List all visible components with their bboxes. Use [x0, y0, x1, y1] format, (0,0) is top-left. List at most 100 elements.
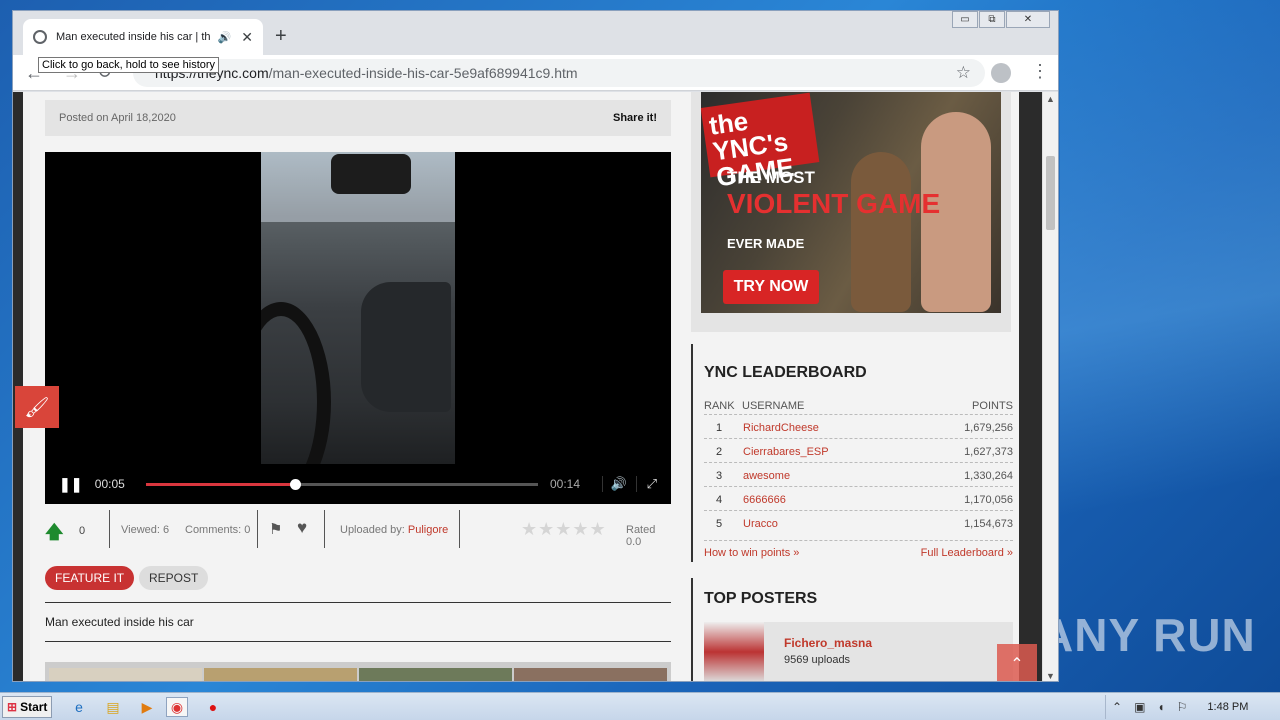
post-info-bar: Posted on April 18,2020 Share it! — [45, 100, 671, 136]
ad-line-2: VIOLENT GAME — [727, 188, 941, 219]
leaderboard-links: How to win points » Full Leaderboard » — [704, 540, 1013, 559]
leaderboard-row: 3 awesome 1,330,264 — [704, 462, 1013, 486]
poster-item[interactable]: Fichero_masna 9569 uploads — [704, 622, 1013, 681]
points: 1,330,264 — [964, 470, 1013, 482]
window-controls: ▭ ⧉ ✕ — [951, 11, 1050, 28]
url-path: /man-executed-inside-his-car-5e9af689941… — [268, 65, 578, 81]
posted-date: Posted on April 18,2020 — [59, 112, 176, 124]
divider — [109, 510, 110, 548]
volume-icon[interactable]: 🔊 — [601, 476, 628, 492]
divider — [324, 510, 325, 548]
media-player-icon[interactable]: ▶ — [136, 697, 158, 717]
upvote-icon[interactable]: 🡅 — [45, 520, 64, 550]
leaderboard-rows: 1 RichardCheese 1,679,256 2 Cierrabares_… — [704, 414, 1013, 534]
profile-avatar[interactable] — [991, 63, 1011, 83]
video-player[interactable]: ❚❚ 00:05 00:14 🔊 ⤢ — [45, 152, 671, 504]
scroll-up-icon[interactable]: ▲ — [1046, 94, 1055, 104]
address-bar[interactable]: https://theync.com/man-executed-inside-h… — [133, 59, 985, 87]
start-button[interactable]: ⊞ Start — [2, 696, 52, 718]
video-frame — [261, 152, 455, 464]
ad-figure — [851, 152, 911, 312]
close-window-button[interactable]: ✕ — [1006, 11, 1050, 28]
back-tooltip: Click to go back, hold to see history — [38, 57, 220, 73]
seek-progress — [146, 482, 296, 486]
uploaded-label: Uploaded by: — [340, 524, 408, 536]
heart-icon[interactable]: ♥ — [297, 518, 307, 538]
clock[interactable]: 1:48 PM — [1207, 701, 1248, 713]
back-to-top-button[interactable]: ⌃ — [997, 644, 1037, 681]
share-link[interactable]: Share it! — [613, 112, 657, 124]
web-page: Posted on April 18,2020 Share it! ❚❚ 00:… — [23, 92, 1019, 681]
tray-arrow-icon[interactable]: ⌃ — [1112, 700, 1122, 714]
seek-handle[interactable] — [290, 478, 302, 490]
speaker-icon[interactable]: 🔊 — [218, 31, 232, 44]
fullscreen-icon[interactable]: ⤢ — [635, 476, 657, 492]
poster-thumbnail[interactable] — [704, 622, 764, 681]
folder-icon[interactable]: ▤ — [102, 697, 124, 717]
network-icon[interactable]: ▣ — [1134, 700, 1145, 714]
related-thumbnails — [45, 662, 671, 681]
duration: 00:14 — [549, 477, 580, 491]
rank: 2 — [716, 446, 723, 458]
maximize-button[interactable]: ⧉ — [979, 11, 1005, 28]
ad-try-now-button[interactable]: TRY NOW — [723, 270, 819, 304]
rating-value: Rated 0.0 — [626, 524, 656, 548]
poster-name[interactable]: Fichero_masna — [784, 636, 872, 650]
username-link[interactable]: Cierrabares_ESP — [743, 446, 829, 458]
desktop-light-beam — [1060, 0, 1280, 692]
video-steering-wheel — [261, 302, 331, 464]
uploader-link[interactable]: Puligore — [408, 524, 448, 536]
leaderboard: YNC LEADERBOARD RANK USERNAME POINTS 1 R… — [691, 344, 1013, 562]
video-caption: Man executed inside his car — [45, 615, 194, 629]
ad-line-1: THE MOST — [727, 168, 815, 187]
tab-strip: Man executed inside his car | th 🔊 ✕ + ▭… — [13, 11, 1058, 55]
related-thumbnail[interactable] — [514, 668, 667, 681]
points: 1,679,256 — [964, 422, 1013, 434]
globe-icon — [33, 30, 47, 44]
leaderboard-row: 4 6666666 1,170,056 — [704, 486, 1013, 510]
current-time: 00:05 — [94, 477, 125, 491]
internet-explorer-icon[interactable]: e — [68, 697, 90, 717]
rank: 4 — [716, 494, 723, 506]
page-scrollbar[interactable]: ▲ ▼ — [1042, 92, 1058, 681]
player-controls: ❚❚ 00:05 00:14 🔊 ⤢ — [45, 464, 671, 504]
game-ad-banner[interactable]: the YNC's GAME THE MOST VIOLENT GAME EVE… — [701, 92, 1001, 313]
seek-bar[interactable] — [146, 478, 538, 490]
browser-tab[interactable]: Man executed inside his car | th 🔊 ✕ — [23, 19, 263, 55]
volume-tray-icon[interactable]: ◖ — [1157, 700, 1164, 714]
browser-window: Man executed inside his car | th 🔊 ✕ + ▭… — [12, 10, 1059, 682]
opera-icon[interactable]: ● — [202, 697, 224, 717]
view-count: Viewed: 6 — [121, 524, 170, 536]
windows-flag-icon: ⊞ — [7, 700, 18, 714]
username-link[interactable]: awesome — [743, 470, 790, 482]
points: 1,170,056 — [964, 494, 1013, 506]
col-rank: RANK — [704, 400, 735, 412]
scroll-down-icon[interactable]: ▼ — [1046, 671, 1055, 681]
flag-tray-icon[interactable]: ⚐ — [1177, 700, 1188, 714]
repost-button[interactable]: REPOST — [139, 566, 209, 590]
minimize-button[interactable]: ▭ — [952, 11, 978, 28]
full-leaderboard-link[interactable]: Full Leaderboard » — [921, 547, 1013, 559]
browser-menu-icon[interactable]: ⋮ — [1031, 61, 1049, 82]
username-link[interactable]: Uracco — [743, 518, 778, 530]
related-thumbnail[interactable] — [49, 668, 202, 681]
bookmark-star-icon[interactable]: ☆ — [956, 63, 971, 83]
page-viewport: Posted on April 18,2020 Share it! ❚❚ 00:… — [13, 92, 1058, 681]
scroll-thumb[interactable] — [1046, 156, 1055, 230]
flag-icon[interactable]: ⚑ — [269, 520, 282, 538]
new-tab-button[interactable]: + — [275, 25, 287, 48]
points: 1,154,673 — [964, 518, 1013, 530]
chrome-icon[interactable]: ◉ — [166, 697, 188, 717]
username-link[interactable]: 6666666 — [743, 494, 786, 506]
col-points: POINTS — [972, 400, 1013, 412]
points: 1,627,373 — [964, 446, 1013, 458]
how-to-win-link[interactable]: How to win points » — [704, 547, 799, 559]
close-tab-icon[interactable]: ✕ — [241, 29, 253, 46]
rating-stars[interactable]: ★★★★★ — [521, 519, 607, 540]
feature-it-button[interactable]: FEATURE IT — [45, 566, 135, 590]
paint-brush-icon[interactable]: 🖌 — [15, 386, 59, 428]
related-thumbnail[interactable] — [359, 668, 512, 681]
username-link[interactable]: RichardCheese — [743, 422, 819, 434]
related-thumbnail[interactable] — [204, 668, 357, 681]
pause-button[interactable]: ❚❚ — [59, 476, 95, 493]
